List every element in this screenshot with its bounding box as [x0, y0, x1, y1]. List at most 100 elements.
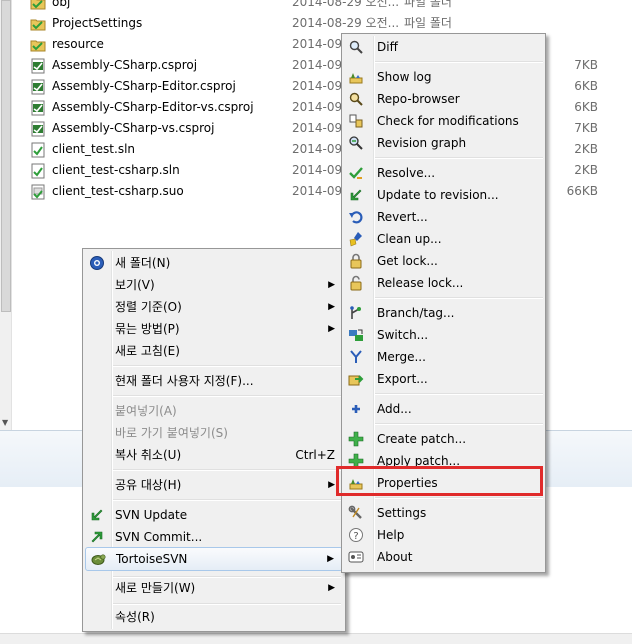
svn-menu-update-to-revision[interactable]: Update to revision...	[344, 184, 543, 206]
csproj-file-icon	[30, 79, 46, 95]
file-name: Assembly-CSharp-Editor-vs.csproj	[52, 100, 254, 114]
svn-menu-about[interactable]: About	[344, 546, 543, 568]
file-name: ProjectSettings	[52, 16, 143, 30]
menu-item-svn-update[interactable]: SVN Update	[85, 504, 343, 526]
submenu-arrow-icon: ▶	[328, 280, 335, 290]
file-size: 6KB	[574, 79, 598, 93]
suo-file-icon	[30, 184, 46, 200]
file-name: Assembly-CSharp-vs.csproj	[52, 121, 215, 135]
folder-icon	[30, 37, 46, 53]
menu-item-label: Resolve...	[377, 166, 436, 180]
svn-menu-export[interactable]: Export...	[344, 368, 543, 390]
menu-separator	[113, 499, 341, 501]
menu-item-label: 새 폴더(N)	[115, 256, 171, 270]
vertical-scrollbar[interactable]: ▼	[0, 0, 12, 430]
menu-item-share-with[interactable]: 공유 대상(H) ▶	[85, 474, 343, 496]
add-icon	[348, 401, 364, 417]
menu-item-paste[interactable]: 붙여넣기(A)	[85, 400, 343, 422]
menu-item-label: 정렬 기준(O)	[115, 300, 182, 314]
svn-menu-branch-tag[interactable]: Branch/tag...	[344, 302, 543, 324]
menu-item-tortoisesvn[interactable]: TortoiseSVN ▶	[85, 547, 343, 571]
sln-file-icon	[30, 142, 46, 158]
settings-wrench-icon	[348, 505, 364, 521]
scrollbar-thumb[interactable]	[1, 0, 11, 312]
menu-item-label: Clean up...	[377, 232, 442, 246]
svn-menu-add[interactable]: Add...	[344, 398, 543, 420]
new-folder-icon	[89, 255, 105, 271]
revert-icon	[348, 209, 364, 225]
file-name: client_test-csharp.sln	[52, 163, 180, 177]
menu-item-label: SVN Commit...	[115, 530, 203, 544]
svn-menu-switch[interactable]: Switch...	[344, 324, 543, 346]
menu-item-label: Create patch...	[377, 432, 467, 446]
csproj-file-icon	[30, 100, 46, 116]
about-icon	[348, 549, 364, 565]
svn-menu-repo-browser[interactable]: Repo-browser	[344, 88, 543, 110]
check-modifications-icon	[348, 113, 364, 129]
svn-menu-resolve[interactable]: Resolve...	[344, 162, 543, 184]
menu-item-view[interactable]: 보기(V) ▶	[85, 274, 343, 296]
file-size: 7KB	[574, 58, 598, 72]
file-modified-date: 2014-09	[292, 100, 343, 114]
svn-menu-merge[interactable]: Merge...	[344, 346, 543, 368]
menu-item-label: Revision graph	[377, 136, 467, 150]
switch-icon	[348, 327, 364, 343]
menu-item-label: Merge...	[377, 350, 426, 364]
menu-item-label: 보기(V)	[115, 278, 155, 292]
file-name: resource	[52, 37, 104, 51]
svn-commit-icon	[89, 529, 105, 545]
menu-item-customize-folder[interactable]: 현재 폴더 사용자 지정(F)...	[85, 370, 343, 392]
svn-menu-release-lock[interactable]: Release lock...	[344, 272, 543, 294]
svn-menu-get-lock[interactable]: Get lock...	[344, 250, 543, 272]
svn-menu-create-patch[interactable]: Create patch...	[344, 428, 543, 450]
csproj-file-icon	[30, 58, 46, 74]
submenu-arrow-icon: ▶	[328, 324, 335, 334]
submenu-arrow-icon: ▶	[328, 480, 335, 490]
csproj-file-icon	[30, 121, 46, 137]
svn-menu-clean-up[interactable]: Clean up...	[344, 228, 543, 250]
menu-item-label: Revert...	[377, 210, 428, 224]
svn-menu-help[interactable]: ? Help	[344, 524, 543, 546]
menu-separator	[113, 365, 341, 367]
menu-item-label: 붙여넣기(A)	[115, 404, 177, 418]
menu-separator	[375, 423, 543, 425]
file-type: 파일 폴더	[404, 16, 452, 30]
menu-item-properties[interactable]: 속성(R)	[85, 606, 343, 628]
svn-menu-revision-graph[interactable]: Revision graph	[344, 132, 543, 154]
file-modified-date: 2014-09	[292, 142, 343, 156]
menu-item-label: 공유 대상(H)	[115, 478, 182, 492]
file-type: 파일 폴더	[404, 0, 452, 9]
file-row[interactable]: obj 2014-08-29 오전... 파일 폴더	[30, 0, 630, 13]
menu-separator	[375, 61, 543, 63]
menu-separator	[375, 497, 543, 499]
menu-item-sort-by[interactable]: 정렬 기준(O) ▶	[85, 296, 343, 318]
menu-item-label: Release lock...	[377, 276, 464, 290]
svn-menu-settings[interactable]: Settings	[344, 502, 543, 524]
menu-item-label: Get lock...	[377, 254, 438, 268]
menu-item-label: Branch/tag...	[377, 306, 455, 320]
menu-item-paste-shortcut[interactable]: 바로 가기 붙여넣기(S)	[85, 422, 343, 444]
export-icon	[348, 371, 364, 387]
menu-item-refresh[interactable]: 새로 고침(E)	[85, 340, 343, 362]
menu-item-label: 바로 가기 붙여넣기(S)	[115, 426, 228, 440]
svn-menu-check-modifications[interactable]: Check for modifications	[344, 110, 543, 132]
menu-item-new-folder[interactable]: 새 폴더(N)	[85, 252, 343, 274]
menu-item-svn-commit[interactable]: SVN Commit...	[85, 526, 343, 548]
menu-item-label: 현재 폴더 사용자 지정(F)...	[115, 374, 254, 388]
svn-menu-show-log[interactable]: Show log	[344, 66, 543, 88]
svn-menu-diff[interactable]: Diff	[344, 36, 543, 58]
sln-file-icon	[30, 163, 46, 179]
scroll-down-arrow-icon[interactable]: ▼	[2, 418, 8, 427]
file-name: obj	[52, 0, 71, 9]
menu-item-new[interactable]: 새로 만들기(W) ▶	[85, 577, 343, 599]
menu-item-undo-copy[interactable]: 복사 취소(U) Ctrl+Z	[85, 444, 343, 466]
menu-separator	[113, 395, 341, 397]
svn-menu-revert[interactable]: Revert...	[344, 206, 543, 228]
menu-item-group-by[interactable]: 묶는 방법(P) ▶	[85, 318, 343, 340]
menu-item-label: About	[377, 550, 413, 564]
file-name: Assembly-CSharp.csproj	[52, 58, 198, 72]
menu-item-label: Switch...	[377, 328, 429, 342]
menu-separator	[375, 393, 543, 395]
branch-tag-icon	[348, 305, 364, 321]
file-row[interactable]: ProjectSettings 2014-08-29 오전... 파일 폴더	[30, 13, 630, 34]
